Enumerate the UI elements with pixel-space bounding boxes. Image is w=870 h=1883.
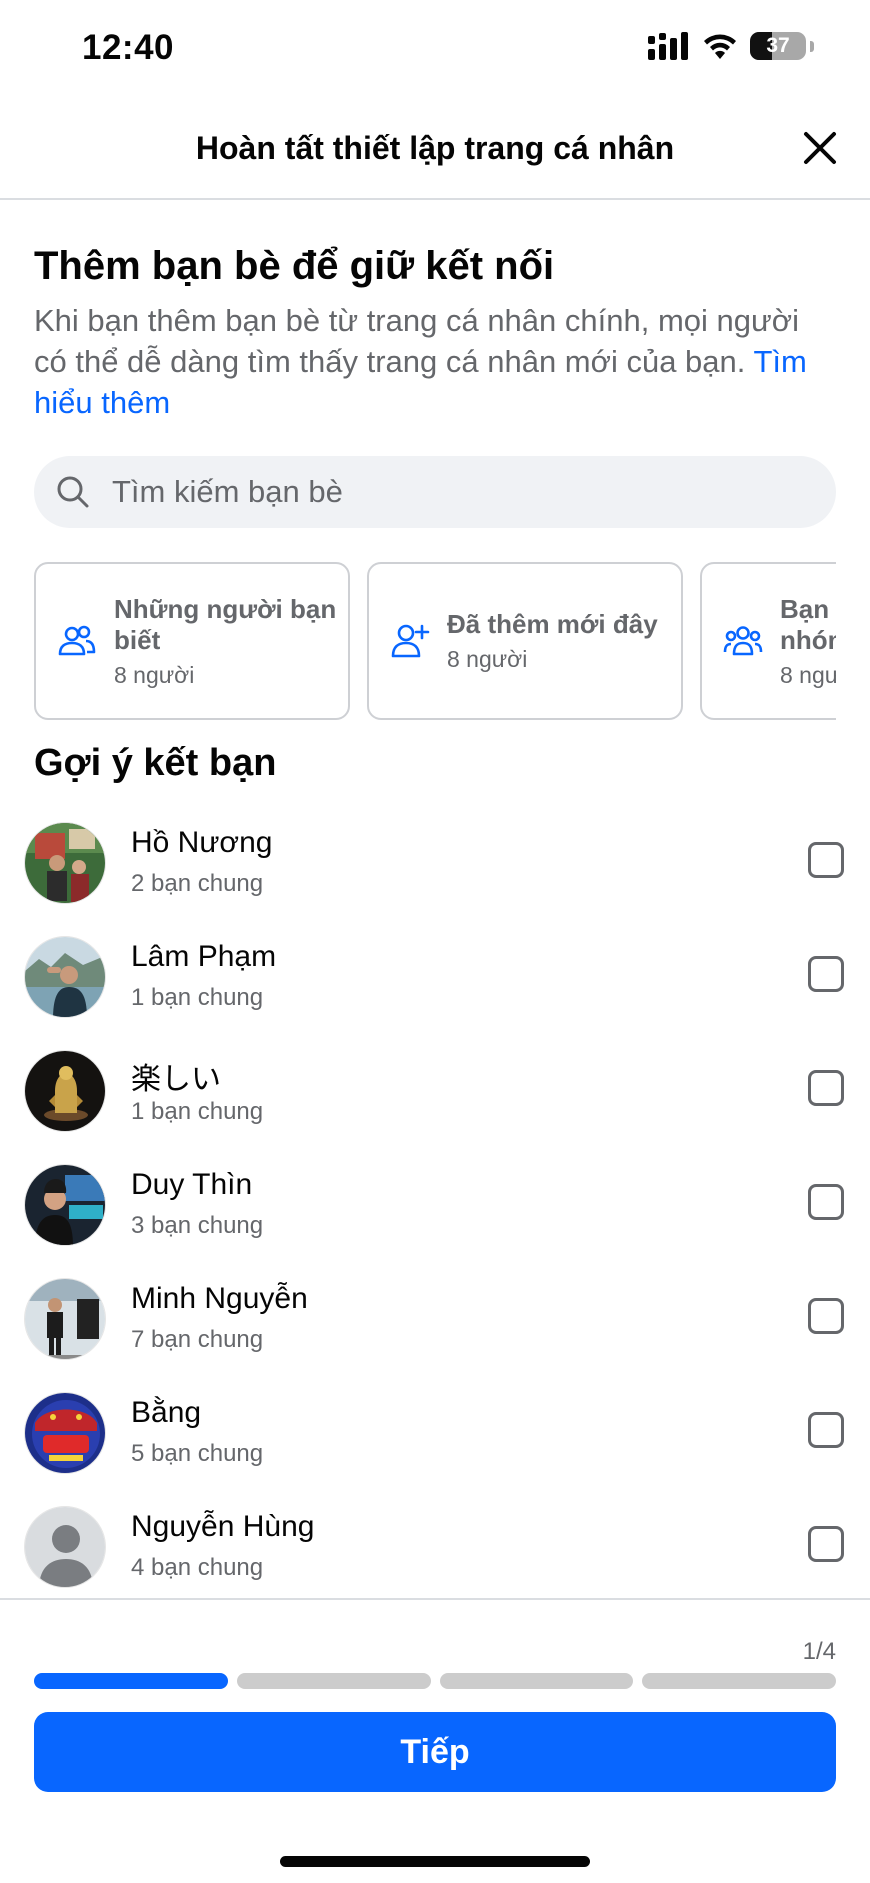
mutual-friends: 2 bạn chung bbox=[131, 870, 264, 897]
search-bar[interactable] bbox=[34, 456, 836, 528]
intro-description-text: Khi bạn thêm bạn bè từ trang cá nhân chí… bbox=[34, 303, 799, 379]
wifi-icon bbox=[704, 34, 736, 59]
filter-card-count: 8 người bbox=[114, 661, 195, 688]
filter-card-people-you-know[interactable]: Những người bạn biết 8 người bbox=[34, 562, 350, 720]
avatar bbox=[24, 1392, 106, 1474]
mutual-friends: 1 bạn chung bbox=[131, 984, 264, 1011]
list-item[interactable]: 楽しい 1 bạn chung bbox=[0, 1040, 870, 1154]
select-checkbox[interactable] bbox=[808, 956, 844, 992]
home-indicator bbox=[280, 1856, 590, 1867]
mutual-friends: 1 bạn chung bbox=[131, 1098, 264, 1125]
filter-card-title: Đã thêm mới đây bbox=[447, 609, 658, 639]
list-item[interactable]: Bằng 5 bạn chung bbox=[0, 1382, 870, 1496]
progress-segment bbox=[439, 1673, 634, 1689]
list-item[interactable]: Lâm Phạm 1 bạn chung bbox=[0, 926, 870, 1040]
person-name: Hồ Nương bbox=[131, 826, 273, 859]
battery-cap bbox=[810, 40, 814, 52]
cellular-signal-icon bbox=[648, 32, 688, 60]
filter-card-title: Bạn bè trong nhóm bbox=[780, 593, 836, 655]
intro-section: Thêm bạn bè để giữ kết nối Khi bạn thêm … bbox=[34, 240, 834, 423]
battery-percent: 37 bbox=[766, 34, 790, 57]
avatar bbox=[24, 822, 106, 904]
intro-title: Thêm bạn bè để giữ kết nối bbox=[34, 244, 555, 288]
list-item[interactable]: Duy Thìn 3 bạn chung bbox=[0, 1154, 870, 1268]
header: Hoàn tất thiết lập trang cá nhân bbox=[0, 100, 870, 200]
mutual-friends: 4 bạn chung bbox=[131, 1554, 264, 1581]
list-item[interactable]: Minh Nguyễn 7 bạn chung bbox=[0, 1268, 870, 1382]
avatar bbox=[24, 1050, 106, 1132]
progress-segment bbox=[642, 1673, 836, 1689]
group-icon bbox=[723, 626, 763, 656]
status-bar: 12:40 37 bbox=[0, 0, 870, 100]
filter-card-recently-added[interactable]: Đã thêm mới đây 8 người bbox=[367, 562, 683, 720]
search-icon bbox=[57, 476, 89, 508]
search-input[interactable] bbox=[112, 474, 792, 510]
status-time: 12:40 bbox=[82, 28, 175, 67]
avatar bbox=[24, 1278, 106, 1360]
avatar bbox=[24, 1164, 106, 1246]
suggestions-title: Gợi ý kết bạn bbox=[34, 742, 277, 784]
battery-icon: 37 bbox=[750, 32, 806, 60]
filter-card-count: 8 người bbox=[447, 646, 528, 672]
person-name: Lâm Phạm bbox=[131, 940, 277, 973]
step-counter: 1/4 bbox=[802, 1638, 836, 1665]
progress-bar bbox=[34, 1673, 836, 1689]
select-checkbox[interactable] bbox=[808, 1526, 844, 1562]
filter-card-count: 8 người bbox=[780, 661, 836, 688]
person-name: Minh Nguyễn bbox=[131, 1282, 308, 1315]
person-name: Bằng bbox=[131, 1396, 202, 1429]
list-item[interactable]: Hồ Nương 2 bạn chung bbox=[0, 812, 870, 926]
progress-segment bbox=[236, 1673, 431, 1689]
people-icon bbox=[58, 625, 96, 656]
select-checkbox[interactable] bbox=[808, 1184, 844, 1220]
next-button[interactable]: Tiếp bbox=[34, 1712, 836, 1792]
person-name: Duy Thìn bbox=[131, 1168, 253, 1201]
avatar-placeholder-icon bbox=[24, 1506, 106, 1588]
mutual-friends: 3 bạn chung bbox=[131, 1212, 264, 1239]
page-title: Hoàn tất thiết lập trang cá nhân bbox=[195, 130, 675, 166]
select-checkbox[interactable] bbox=[808, 1412, 844, 1448]
mutual-friends: 5 bạn chung bbox=[131, 1440, 264, 1467]
select-checkbox[interactable] bbox=[808, 842, 844, 878]
mutual-friends: 7 bạn chung bbox=[131, 1326, 264, 1353]
select-checkbox[interactable] bbox=[808, 1298, 844, 1334]
list-item[interactable]: Nguyễn Hùng 4 bạn chung bbox=[0, 1496, 870, 1596]
avatar bbox=[24, 936, 106, 1018]
person-add-icon bbox=[391, 624, 430, 658]
person-name: 楽しい bbox=[131, 1063, 221, 1096]
progress-segment bbox=[34, 1673, 228, 1689]
select-checkbox[interactable] bbox=[808, 1070, 844, 1106]
person-name: Nguyễn Hùng bbox=[131, 1510, 315, 1543]
intro-description: Khi bạn thêm bạn bè từ trang cá nhân chí… bbox=[34, 300, 834, 423]
filter-card-group-friends[interactable]: Bạn bè trong nhóm 8 người bbox=[700, 562, 836, 720]
suggestion-list: Hồ Nương 2 bạn chung Lâm Phạm 1 bạn chun… bbox=[0, 812, 870, 1596]
status-icons: 37 bbox=[648, 32, 814, 60]
filter-card-title: Những người bạn biết bbox=[114, 593, 337, 655]
footer-divider bbox=[0, 1598, 870, 1600]
filter-cards: Những người bạn biết 8 người Đã thêm mới… bbox=[34, 562, 836, 720]
close-icon[interactable] bbox=[796, 124, 844, 172]
